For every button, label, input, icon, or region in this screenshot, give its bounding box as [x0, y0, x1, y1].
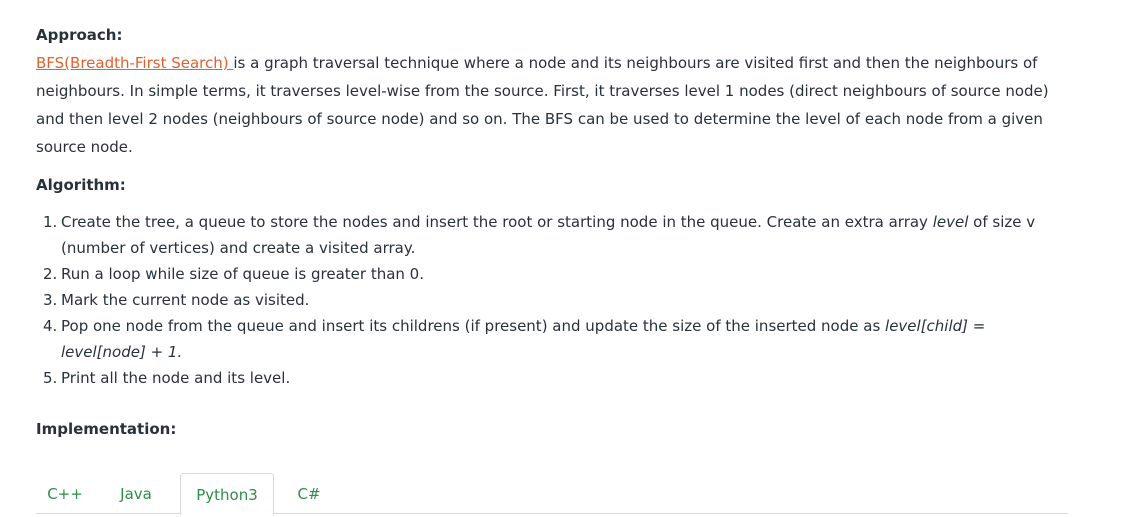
step-text: Run a loop while size of queue is greate…: [61, 265, 424, 283]
tab-cpp[interactable]: C++: [36, 473, 94, 513]
step-text: Mark the current node as visited.: [61, 291, 310, 309]
bfs-link[interactable]: BFS(Breadth-First Search): [36, 54, 233, 72]
step-number: 2.: [43, 265, 58, 283]
tab-csharp[interactable]: C#: [286, 473, 332, 513]
step-number: 3.: [43, 291, 58, 309]
approach-heading: Approach:: [36, 26, 123, 44]
algorithm-step-2: 2. Run a loop while size of queue is grea…: [36, 261, 1036, 287]
step-number: 1.: [43, 213, 58, 231]
approach-paragraph: BFS(Breadth-First Search) is a graph tra…: [36, 49, 1066, 161]
tab-python3[interactable]: Python3: [180, 473, 274, 515]
implementation-heading: Implementation:: [36, 420, 177, 438]
step-text: Print all the node and its level.: [61, 369, 291, 387]
step-emphasis: level: [932, 213, 969, 231]
step-number: 4.: [43, 317, 58, 335]
step-number: 5.: [43, 369, 58, 387]
algorithm-step-4: 4. Pop one node from the queue and insert…: [36, 313, 1036, 365]
tab-java[interactable]: Java: [106, 473, 166, 513]
algorithm-step-5: 5. Print all the node and its level.: [36, 365, 1036, 391]
step-text: Pop one node from the queue and insert i…: [61, 317, 886, 335]
algorithm-steps-list: 1. Create the tree, a queue to store the …: [36, 209, 1036, 391]
algorithm-step-3: 3. Mark the current node as visited.: [36, 287, 1036, 313]
algorithm-step-1: 1. Create the tree, a queue to store the …: [36, 209, 1036, 261]
algorithm-heading: Algorithm:: [36, 176, 126, 194]
step-text: Create the tree, a queue to store the no…: [61, 213, 933, 231]
language-tabs: C++ Java Python3 C#: [36, 473, 1068, 517]
